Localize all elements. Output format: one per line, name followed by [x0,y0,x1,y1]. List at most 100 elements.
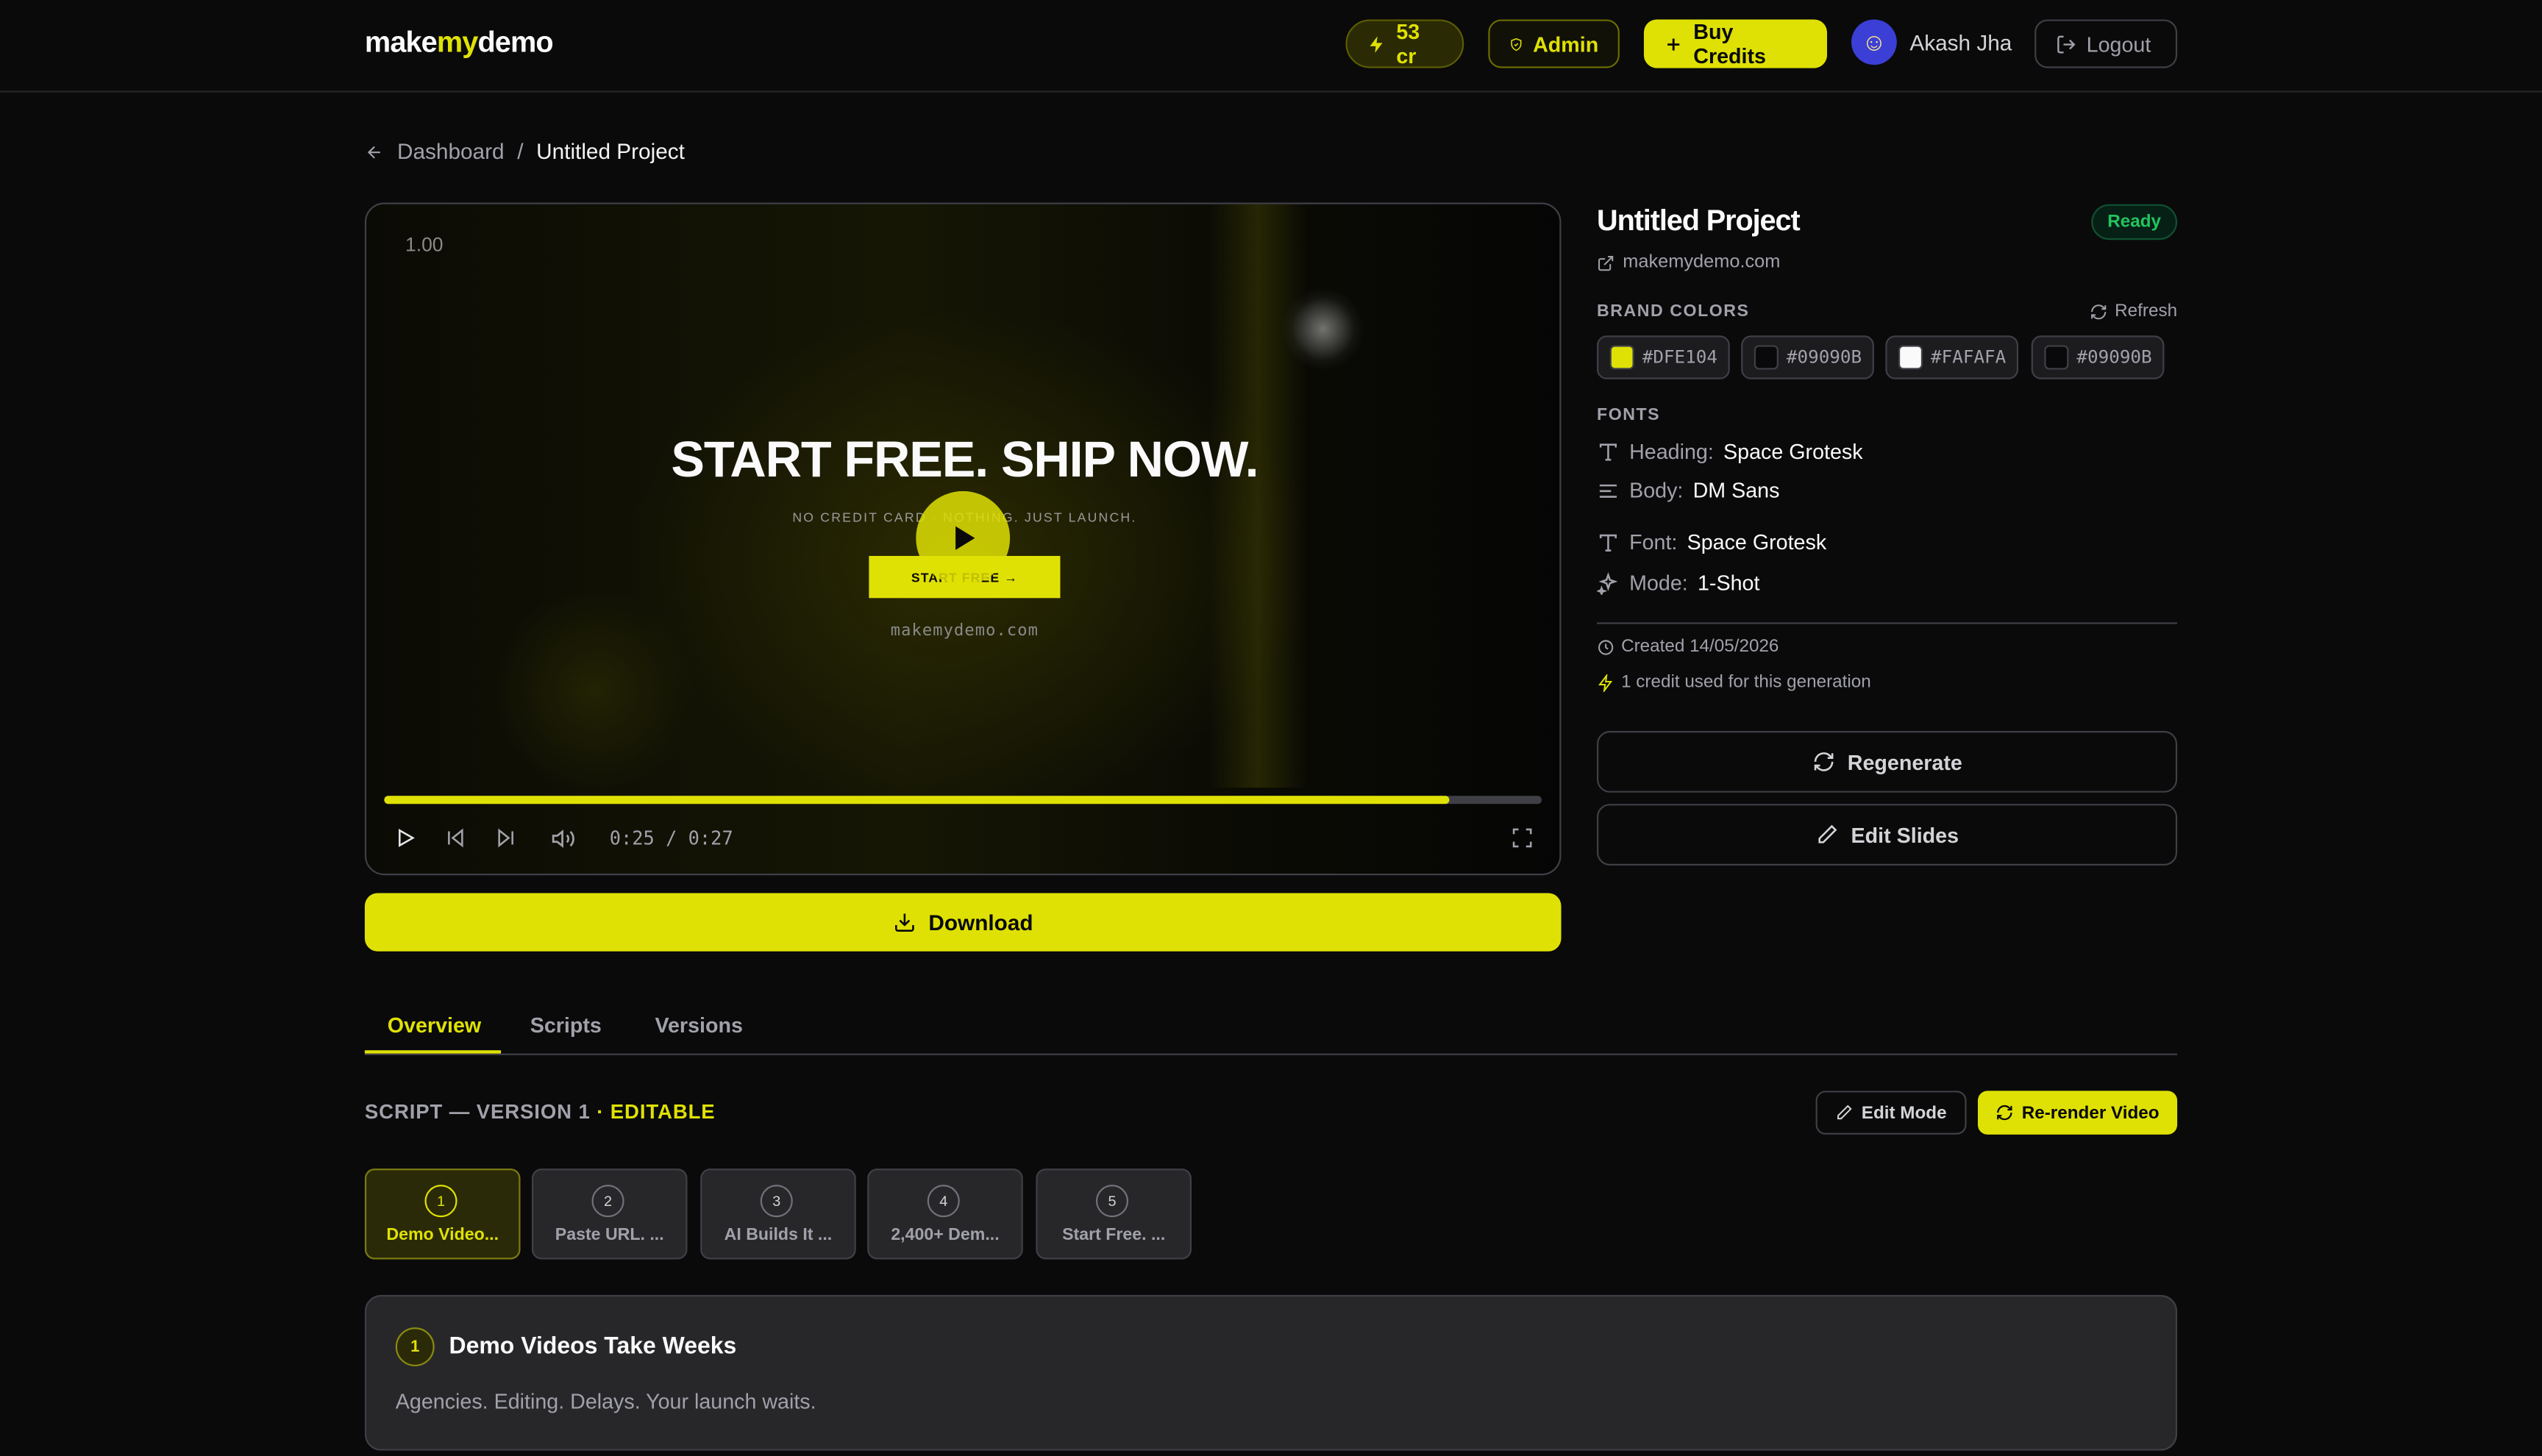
download-button[interactable]: Download [364,893,1562,952]
scene-tab-2[interactable]: 2 Paste URL. ... [531,1168,688,1260]
divider [1597,622,2178,624]
scene-label: Start Free. ... [1062,1225,1166,1245]
scene-tab-4[interactable]: 4 2,400+ Dem... [867,1168,1023,1260]
color-hex: #DFE104 [1642,346,1717,368]
lightning-icon [1598,673,1613,692]
breadcrumb-separator: / [517,139,524,164]
scene-label: Demo Video... [386,1225,499,1245]
font-value: Space Grotesk [1687,529,1827,554]
skip-forward-icon[interactable] [494,827,517,849]
scene-label: 2,400+ Dem... [891,1225,1000,1245]
buy-credits-label: Buy Credits [1693,19,1767,68]
pencil-icon [1818,824,1837,843]
active-tab-indicator [364,1050,502,1054]
script-version-label: SCRIPT — VERSION 1 · EDITABLE [365,1101,716,1124]
video-player[interactable]: 1.00 START FREE. SHIP NOW. NO CREDIT CAR… [364,202,1562,876]
logout-icon [2057,35,2076,53]
edit-slides-label: Edit Slides [1851,822,1959,847]
heading-font-value: Space Grotesk [1723,439,1863,464]
admin-label: Admin [1533,31,1599,57]
font-row: Font: Space Grotesk [1597,530,1826,554]
video-light-streak [1209,204,1307,788]
scene-number: 4 [927,1185,960,1218]
scene-number: 3 [760,1185,793,1218]
edit-mode-button[interactable]: Edit Mode [1815,1091,1967,1135]
mode-label: Mode: [1629,570,1688,595]
scene-card-number: 1 [395,1327,435,1367]
arrow-left-icon [367,145,380,158]
tab-scripts[interactable]: Scripts [530,1013,602,1038]
video-headline: START FREE. SHIP NOW. [671,431,1258,488]
plus-icon [1667,38,1680,50]
brand-color-swatch[interactable]: #DFE104 [1597,335,1731,379]
refresh-icon [2092,304,2107,319]
pencil-icon [1837,1105,1853,1120]
heading-font-row: Heading: Space Grotesk [1597,439,1863,463]
logo[interactable]: makemydemo [365,26,554,60]
refresh-button[interactable]: Refresh [2090,301,2177,321]
brand-color-swatch[interactable]: #09090B [2031,335,2165,379]
play-icon[interactable] [394,827,417,849]
video-time: 0:25 / 0:27 [610,827,733,849]
credits-badge[interactable]: 53 cr [1345,19,1464,68]
credit-usage-text: 1 credit used for this generation [1621,672,1871,693]
refresh-icon [1813,752,1833,771]
credits-count: 53 cr [1396,19,1420,68]
color-hex: #09090B [1786,346,1862,368]
video-controls: 0:25 / 0:27 [366,824,1559,856]
rerender-video-button[interactable]: Re-render Video [1977,1091,2178,1135]
playback-speed: 1.00 [405,233,444,257]
user-name: Akash Jha [1909,29,2012,54]
video-light-orb [1282,288,1364,370]
buy-credits-button[interactable]: Buy Credits [1643,19,1827,68]
project-title: Untitled Project [1597,204,1801,237]
brand-color-swatch[interactable]: #FAFAFA [1885,335,2019,379]
edit-mode-label: Edit Mode [1861,1102,1947,1123]
regenerate-button[interactable]: Regenerate [1597,731,2178,793]
color-hex: #FAFAFA [1931,346,2007,368]
project-url-link[interactable]: makemydemo.com [1597,253,1780,272]
heading-font-label: Heading: [1629,439,1714,464]
edit-slides-button[interactable]: Edit Slides [1597,804,2178,866]
video-progress-bar[interactable] [384,796,1542,804]
logout-button[interactable]: Logout [2034,19,2178,68]
breadcrumb: Dashboard / Untitled Project [365,140,685,164]
scene-tab-1[interactable]: 1 Demo Video... [364,1168,521,1260]
created-text: Created 14/05/2026 [1621,637,1779,657]
logout-label: Logout [2086,31,2151,57]
shield-icon [1511,37,1522,51]
brand-color-swatch[interactable]: #09090B [1741,335,1875,379]
scene-tab-5[interactable]: 5 Start Free. ... [1036,1168,1192,1260]
tab-versions[interactable]: Versions [655,1013,742,1038]
color-hex: #09090B [2076,346,2152,368]
big-play-button[interactable] [916,490,1011,585]
user-menu[interactable]: ☺ Akash Jha [1851,19,2012,65]
download-label: Download [928,910,1033,935]
breadcrumb-dashboard-link[interactable]: Dashboard [397,140,505,164]
rerender-label: Re-render Video [2021,1102,2160,1123]
duration: 0:27 [688,827,733,849]
sparkles-icon [1597,571,1618,594]
refresh-label: Refresh [2115,301,2178,321]
video-url: makemydemo.com [890,622,1039,640]
regenerate-label: Regenerate [1847,749,1962,774]
scene-number: 1 [424,1185,458,1218]
skip-back-icon[interactable] [444,827,467,849]
admin-button[interactable]: Admin [1488,19,1620,68]
mode-row: Mode: 1-Shot [1597,571,1759,595]
top-bar: makemydemo 53 cr Admin Buy Credits ☺ Aka… [0,0,2542,93]
scene-card[interactable]: 1 Demo Videos Take Weeks Agencies. Editi… [364,1295,2178,1451]
lightning-icon [1370,35,1383,52]
scene-card-title: Demo Videos Take Weeks [449,1333,737,1360]
current-time: 0:25 [609,827,655,849]
scene-tab-3[interactable]: 3 AI Builds It ... [700,1168,856,1260]
volume-icon[interactable] [551,827,575,851]
tab-overview[interactable]: Overview [388,1013,481,1038]
credit-usage: 1 credit used for this generation [1597,673,1871,692]
fullscreen-icon[interactable] [1511,827,1534,849]
type-icon [1599,443,1617,460]
scene-number: 2 [591,1185,624,1218]
color-square [1609,345,1634,370]
color-square [1898,345,1923,370]
status-badge: Ready [2091,204,2178,240]
